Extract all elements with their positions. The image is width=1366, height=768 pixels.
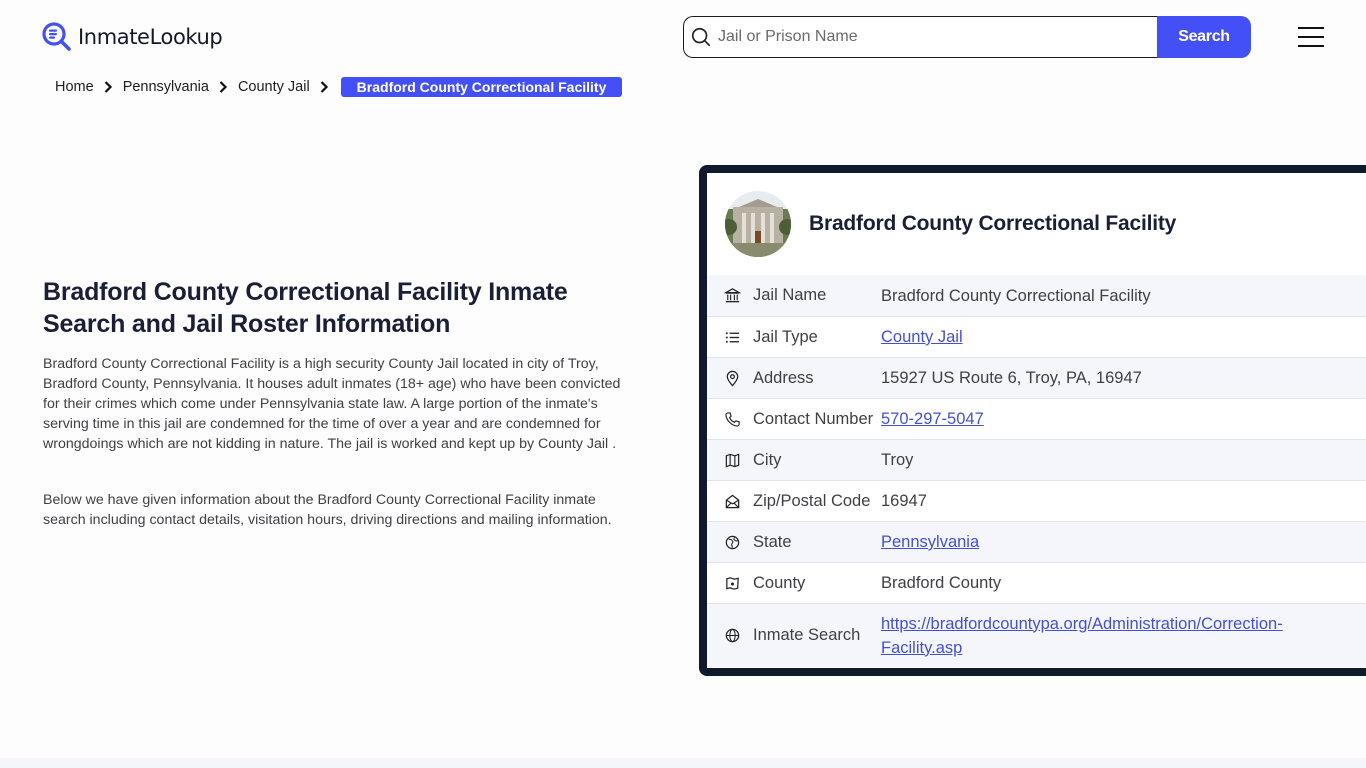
search-button[interactable]: Search [1157, 16, 1251, 58]
inmate-search-link[interactable]: https://bradfordcountypa.org/Administrat… [881, 615, 1283, 657]
jail-type-link[interactable]: County Jail [881, 328, 963, 346]
logo-text: InmateLookup [78, 25, 223, 49]
detail-label: State [753, 532, 792, 551]
detail-label: Zip/Postal Code [753, 491, 871, 510]
chevron-right-icon [104, 81, 112, 93]
detail-label: Jail Type [753, 327, 818, 346]
menu-line [1298, 36, 1324, 38]
county-map-icon [723, 574, 741, 592]
globe-icon [723, 627, 741, 645]
facility-card-header: Bradford County Correctional Facility [707, 173, 1366, 275]
map-icon [723, 451, 741, 469]
magnifier-document-icon [42, 22, 71, 51]
detail-value: 16947 [881, 492, 927, 510]
facility-details: Jail Name Bradford County Correctional F… [707, 275, 1366, 667]
chevron-right-icon [219, 81, 227, 93]
detail-label: Address [753, 368, 814, 387]
detail-row-zip: Zip/Postal Code 16947 [707, 480, 1366, 521]
detail-row-county: County Bradford County [707, 562, 1366, 603]
detail-label: County [753, 573, 806, 592]
detail-row-city: City Troy [707, 439, 1366, 480]
detail-value: 15927 US Route 6, Troy, PA, 16947 [881, 369, 1142, 387]
detail-label: Contact Number [753, 409, 874, 428]
building-columns-icon [723, 287, 741, 305]
detail-row-state: State Pennsylvania [707, 521, 1366, 562]
breadcrumb: Home Pennsylvania County Jail Bradford C… [55, 76, 623, 98]
detail-value: Bradford County [881, 574, 1002, 592]
info-paragraph: Below we have given information about th… [43, 492, 612, 528]
detail-value: Troy [881, 451, 914, 469]
detail-label: Jail Name [753, 286, 827, 304]
site-header: InmateLookup Search [0, 0, 1366, 72]
facility-name: Bradford County Correctional Facility [809, 212, 1177, 235]
phone-link[interactable]: 570-297-5047 [881, 410, 984, 428]
detail-row-address: Address 15927 US Route 6, Troy, PA, 1694… [707, 357, 1366, 398]
state-link[interactable]: Pennsylvania [881, 533, 979, 551]
breadcrumb-state[interactable]: Pennsylvania [123, 79, 209, 95]
list-icon [723, 328, 741, 346]
mail-open-icon [723, 492, 741, 510]
detail-row-inmate-search: Inmate Search https://bradfordcountypa.o… [707, 603, 1366, 667]
intro-paragraph: Bradford County Correctional Facility is… [43, 356, 621, 452]
menu-line [1298, 45, 1324, 47]
hamburger-menu-icon[interactable] [1298, 27, 1324, 47]
breadcrumb-home[interactable]: Home [55, 79, 94, 95]
search-icon [691, 27, 711, 47]
map-pin-icon [723, 369, 741, 387]
chevron-right-icon [320, 81, 328, 93]
footer-band [0, 758, 1366, 768]
breadcrumb-type[interactable]: County Jail [238, 79, 310, 95]
facility-card: Bradford County Correctional Facility Ja… [699, 165, 1366, 676]
search-input[interactable] [718, 28, 1138, 46]
search-box [683, 16, 1157, 58]
breadcrumb-current: Bradford County Correctional Facility [340, 77, 623, 97]
page-title: Bradford County Correctional Facility In… [43, 278, 568, 338]
detail-value: Bradford County Correctional Facility [881, 286, 1151, 305]
detail-label: Inmate Search [753, 626, 861, 644]
detail-row-contact: Contact Number 570-297-5047 [707, 398, 1366, 439]
search-form: Search [683, 16, 1251, 58]
site-logo[interactable]: InmateLookup [42, 22, 223, 52]
facility-card-body: Bradford County Correctional Facility Ja… [707, 173, 1366, 668]
globe-region-icon [723, 533, 741, 551]
phone-icon [723, 410, 741, 428]
menu-line [1298, 27, 1324, 29]
detail-row-jail-name: Jail Name Bradford County Correctional F… [707, 275, 1366, 316]
detail-row-jail-type: Jail Type County Jail [707, 316, 1366, 357]
detail-label: City [753, 450, 782, 469]
facility-photo [725, 191, 791, 257]
